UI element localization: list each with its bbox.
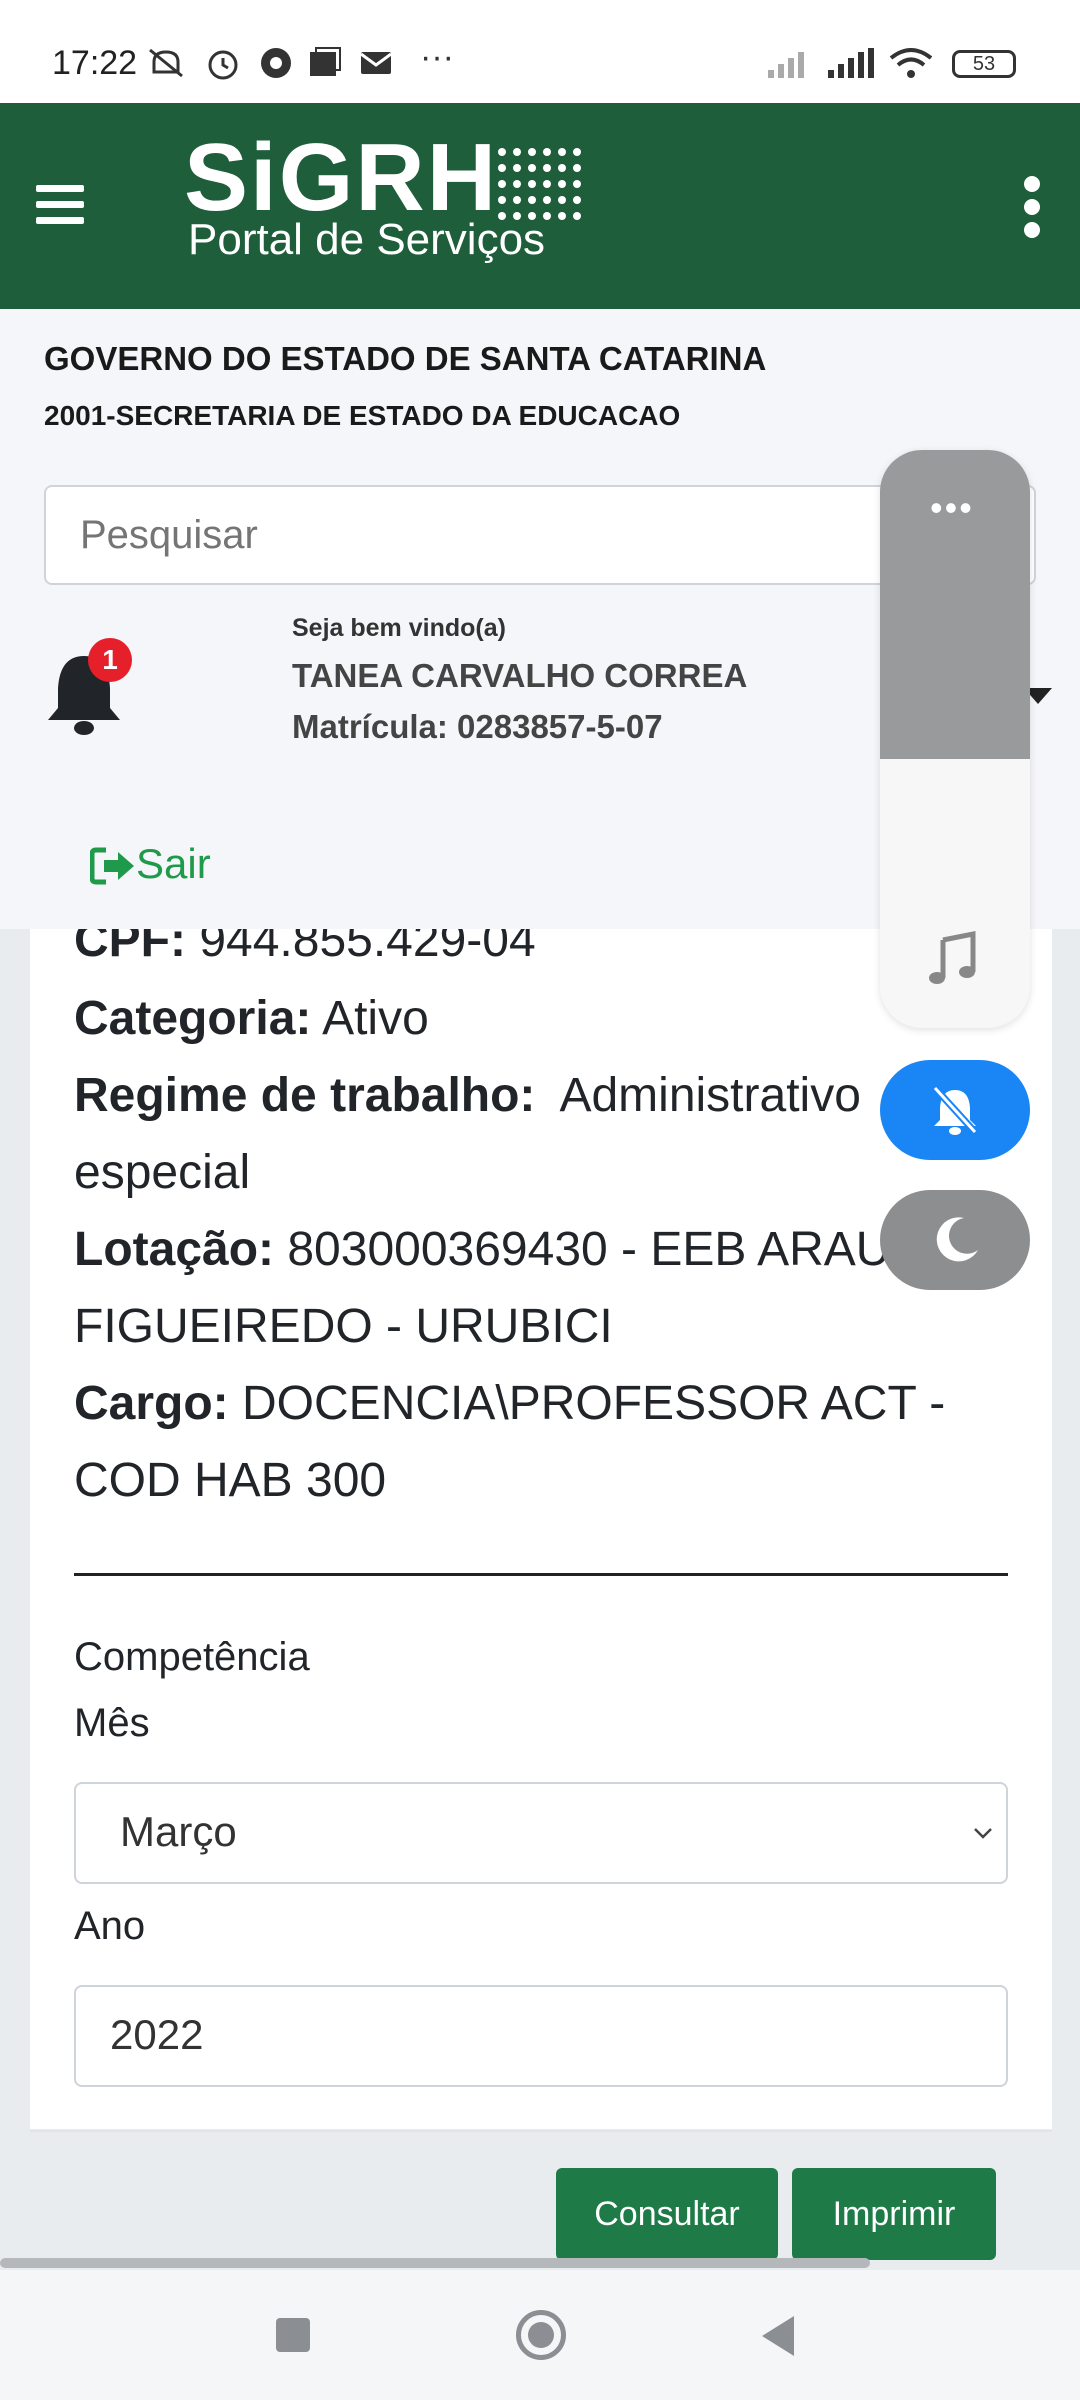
imprimir-button[interactable]: Imprimir xyxy=(792,2168,996,2260)
cargo-row-cont: COD HAB 300 xyxy=(74,1454,387,1507)
bell-off-icon xyxy=(932,1085,978,1135)
battery-icon: 53 xyxy=(952,50,1016,78)
silent-icon xyxy=(149,48,183,78)
gallery-icon xyxy=(310,47,341,76)
section-divider xyxy=(74,1573,1008,1576)
consultar-button[interactable]: Consultar xyxy=(556,2168,778,2260)
regime-row: Regime de trabalho: Administrativo xyxy=(74,1058,861,1134)
categoria-value: Ativo xyxy=(322,992,429,1045)
signal-icon xyxy=(768,52,804,78)
chrome-icon xyxy=(261,48,291,78)
lotacao-value: 803000369430 - EEB ARAU xyxy=(287,1223,891,1276)
horizontal-scrollbar[interactable] xyxy=(0,2258,870,2268)
cargo-value: DOCENCIA\PROFESSOR ACT - xyxy=(242,1377,946,1430)
more-notifications-icon: ··· xyxy=(420,38,454,76)
moon-icon xyxy=(936,1217,978,1262)
volume-more-icon[interactable]: ••• xyxy=(930,490,990,526)
regime-value: Administrativo xyxy=(559,1069,861,1122)
dnd-toggle[interactable] xyxy=(880,1190,1030,1290)
cpf-label: CPF: xyxy=(74,914,186,967)
ano-label: Ano xyxy=(74,1904,146,1948)
mail-icon xyxy=(360,52,392,74)
logo-grid-icon xyxy=(498,148,581,220)
menu-icon[interactable] xyxy=(36,185,84,227)
categoria-row: Categoria: Ativo xyxy=(74,981,429,1057)
logout-link-top[interactable]: Sair xyxy=(136,840,211,888)
notification-badge-top: 1 xyxy=(88,638,132,682)
mes-select-value[interactable]: Março xyxy=(120,1808,237,1856)
welcome-text-top: Seja bem vindo(a) xyxy=(292,614,506,642)
alarm-icon xyxy=(208,50,238,80)
regime-label: Regime de trabalho: xyxy=(74,1069,536,1122)
volume-slider[interactable]: ••• xyxy=(880,450,1030,1028)
cargo-label: Cargo: xyxy=(74,1377,229,1430)
back-button[interactable] xyxy=(762,2316,794,2356)
signal-icon-2 xyxy=(828,48,874,78)
lotacao-row-cont: FIGUEIREDO - URUBICI xyxy=(74,1300,613,1353)
user-matricula-top: Matrícula: 0283857-5-07 xyxy=(292,708,663,745)
more-vert-icon[interactable] xyxy=(1024,176,1042,245)
competencia-label: Competência xyxy=(74,1635,310,1679)
cpf-row: CPF: 944.855.429-04 xyxy=(74,903,536,979)
ano-input[interactable] xyxy=(74,1985,1008,2087)
recents-button[interactable] xyxy=(276,2318,310,2352)
chevron-down-icon[interactable] xyxy=(972,1822,994,1844)
wifi-icon xyxy=(889,48,933,78)
government-title-top: GOVERNO DO ESTADO DE SANTA CATARINA xyxy=(44,340,767,377)
categoria-label: Categoria: xyxy=(74,992,312,1045)
card-footer-divider xyxy=(30,2130,1052,2132)
status-time: 17:22 xyxy=(52,44,138,82)
status-bar: 17:22 ··· 53 xyxy=(0,0,1080,103)
regime-row-cont: especial xyxy=(74,1146,251,1199)
cargo-row: Cargo: DOCENCIA\PROFESSOR ACT - xyxy=(74,1366,945,1442)
lotacao-row: Lotação: 803000369430 - EEB ARAU xyxy=(74,1212,890,1288)
logo-title: SiGRH xyxy=(184,124,499,231)
user-name-top: TANEA CARVALHO CORREA xyxy=(292,657,748,694)
logout-icon-top[interactable] xyxy=(90,846,136,886)
lotacao-label: Lotação: xyxy=(74,1223,275,1276)
secretariat-title-top: 2001-SECRETARIA DE ESTADO DA EDUCACAO xyxy=(44,400,681,431)
ano-input-value[interactable]: 2022 xyxy=(110,2011,203,2059)
home-button-inner xyxy=(528,2322,554,2348)
ringer-toggle[interactable] xyxy=(880,1060,1030,1160)
music-note-icon xyxy=(929,930,976,984)
logo-subtitle: Portal de Serviços xyxy=(188,215,546,264)
cpf-value: 944.855.429-04 xyxy=(199,914,536,967)
mes-label: Mês xyxy=(74,1701,150,1745)
